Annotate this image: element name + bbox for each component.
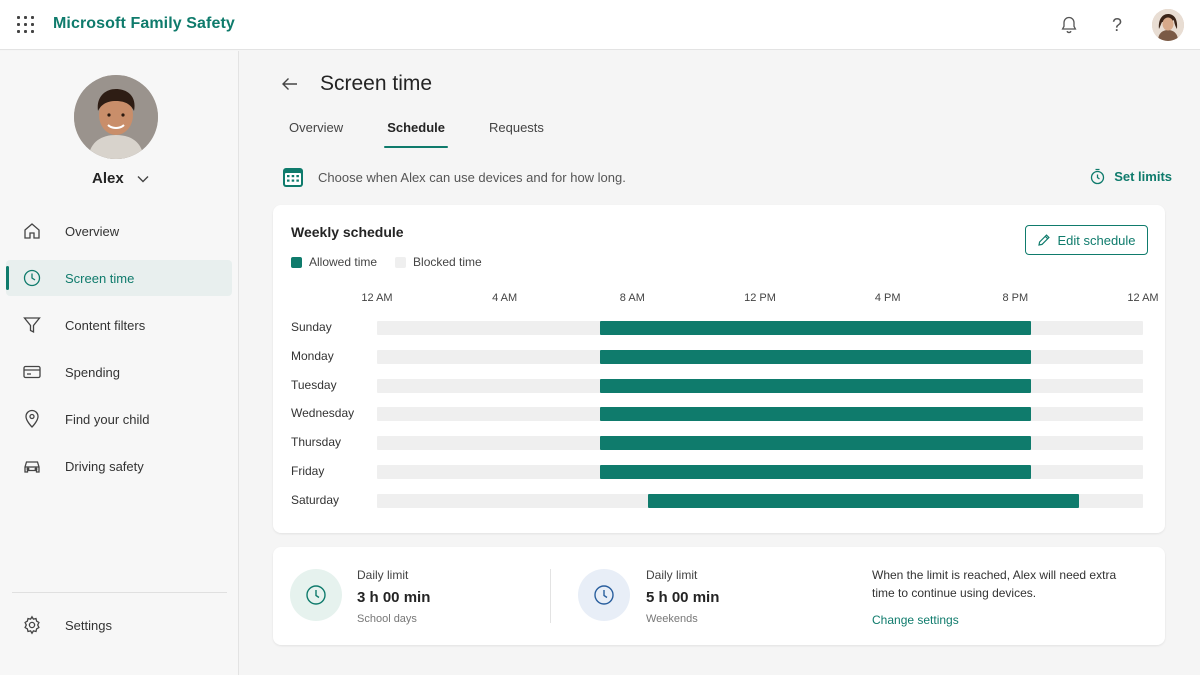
tab-overview[interactable]: Overview [289, 120, 343, 150]
limit-value: 3 h 00 min [357, 589, 431, 606]
user-avatar[interactable] [1152, 9, 1184, 41]
day-label: Saturday [291, 492, 340, 507]
school-days-limit: Daily limit 3 h 00 min School days [273, 547, 543, 645]
clock-icon [22, 268, 42, 288]
weekly-schedule-card: Weekly schedule Allowed time Blocked tim… [273, 205, 1165, 533]
sidebar-item-settings[interactable]: Settings [6, 607, 232, 643]
sidebar-item-label: Find your child [65, 411, 150, 427]
allowed-time-bar[interactable] [648, 493, 1080, 508]
tab-requests[interactable]: Requests [489, 120, 544, 150]
sidebar-item-overview[interactable]: Overview [6, 213, 232, 249]
help-icon[interactable]: ? [1105, 13, 1129, 37]
day-label: Sunday [291, 320, 332, 334]
gear-icon [22, 615, 42, 635]
set-limits-label: Set limits [1114, 169, 1172, 184]
day-label: Wednesday [291, 406, 355, 421]
sidebar-item-label: Spending [65, 364, 120, 380]
day-label: Thursday [291, 435, 342, 450]
info-text: Choose when Alex can use devices and for… [318, 170, 626, 185]
child-name: Alex [92, 170, 124, 187]
app-title: Microsoft Family Safety [53, 15, 235, 32]
sidebar: Alex Overview Screen time Content filter… [0, 51, 239, 675]
main-content: Screen time Overview Schedule Requests C… [240, 51, 1200, 675]
x-tick-label: 4 PM [874, 292, 901, 304]
sidebar-item-find-your-child[interactable]: Find your child [6, 401, 232, 437]
limit-subtitle: School days [357, 613, 417, 625]
daily-limits-card: Daily limit 3 h 00 min School days Daily… [273, 547, 1165, 645]
filter-icon [22, 315, 42, 335]
car-icon [22, 456, 42, 476]
page-title: Screen time [320, 72, 433, 95]
limit-value: 5 h 00 min [646, 589, 720, 606]
x-tick-label: 12 AM [1127, 292, 1159, 304]
bell-icon[interactable] [1057, 13, 1081, 37]
change-settings-link[interactable]: Change settings [872, 613, 959, 627]
home-icon [22, 221, 42, 241]
day-label: Tuesday [291, 377, 337, 392]
tab-schedule[interactable]: Schedule [384, 120, 448, 150]
location-icon [22, 409, 42, 429]
sidebar-nav: Overview Screen time Content filters Spe… [6, 213, 232, 495]
limit-caption: Daily limit [646, 568, 698, 582]
weekends-limit: Daily limit 5 h 00 min Weekends [563, 547, 853, 645]
sidebar-item-spending[interactable]: Spending [6, 354, 232, 390]
limit-caption: Daily limit [357, 568, 409, 582]
tab-bar: Overview Schedule Requests [289, 120, 588, 150]
info-row: Choose when Alex can use devices and for… [282, 166, 1172, 190]
calendar-icon [282, 166, 304, 188]
allowed-time-bar[interactable] [600, 321, 1032, 335]
sidebar-item-content-filters[interactable]: Content filters [6, 307, 232, 343]
app-window: Microsoft Family Safety ? Alex Overview … [0, 0, 1200, 675]
schedule-chart: 12 AM 4 AM 8 AM 12 PM 4 PM 8 PM 12 AM Sunday Mon… [273, 205, 1165, 533]
allowed-time-bar[interactable] [600, 436, 1032, 451]
sidebar-item-label: Overview [65, 223, 120, 239]
top-bar: Microsoft Family Safety ? [0, 0, 1200, 50]
limit-note: When the limit is reached, Alex will nee… [872, 568, 1117, 600]
sidebar-item-screen-time[interactable]: Screen time [6, 260, 232, 296]
back-arrow-icon[interactable] [280, 74, 300, 94]
chevron-down-icon [136, 172, 150, 186]
limit-subtitle: Weekends [646, 613, 698, 625]
clock-icon [290, 569, 342, 621]
day-label: Monday [291, 348, 334, 363]
allowed-time-bar[interactable] [600, 378, 1032, 393]
child-selector[interactable]: Alex [92, 170, 150, 187]
x-tick-label: 4 AM [492, 292, 518, 304]
allowed-time-bar[interactable] [600, 349, 1032, 364]
settings-label: Settings [65, 617, 112, 633]
limits-divider [550, 569, 551, 623]
sidebar-divider [12, 592, 227, 593]
child-avatar [74, 75, 158, 159]
sidebar-item-label: Screen time [65, 270, 135, 286]
clock-icon [578, 569, 630, 621]
card-icon [22, 362, 42, 382]
allowed-time-bar[interactable] [600, 465, 1032, 479]
x-tick-label: 8 PM [1002, 292, 1029, 304]
timer-icon [1091, 168, 1105, 185]
sidebar-item-label: Driving safety [65, 458, 144, 474]
sidebar-item-label: Content filters [65, 317, 146, 333]
app-launcher-icon[interactable] [17, 16, 35, 34]
sidebar-item-driving-safety[interactable]: Driving safety [6, 448, 232, 484]
x-tick-label: 12 AM [361, 292, 393, 304]
set-limits-link[interactable]: Set limits [1089, 168, 1172, 185]
x-tick-label: 12 PM [744, 292, 776, 304]
x-tick-label: 8 AM [619, 292, 645, 304]
day-label: Friday [291, 464, 325, 478]
allowed-time-bar[interactable] [600, 407, 1032, 422]
